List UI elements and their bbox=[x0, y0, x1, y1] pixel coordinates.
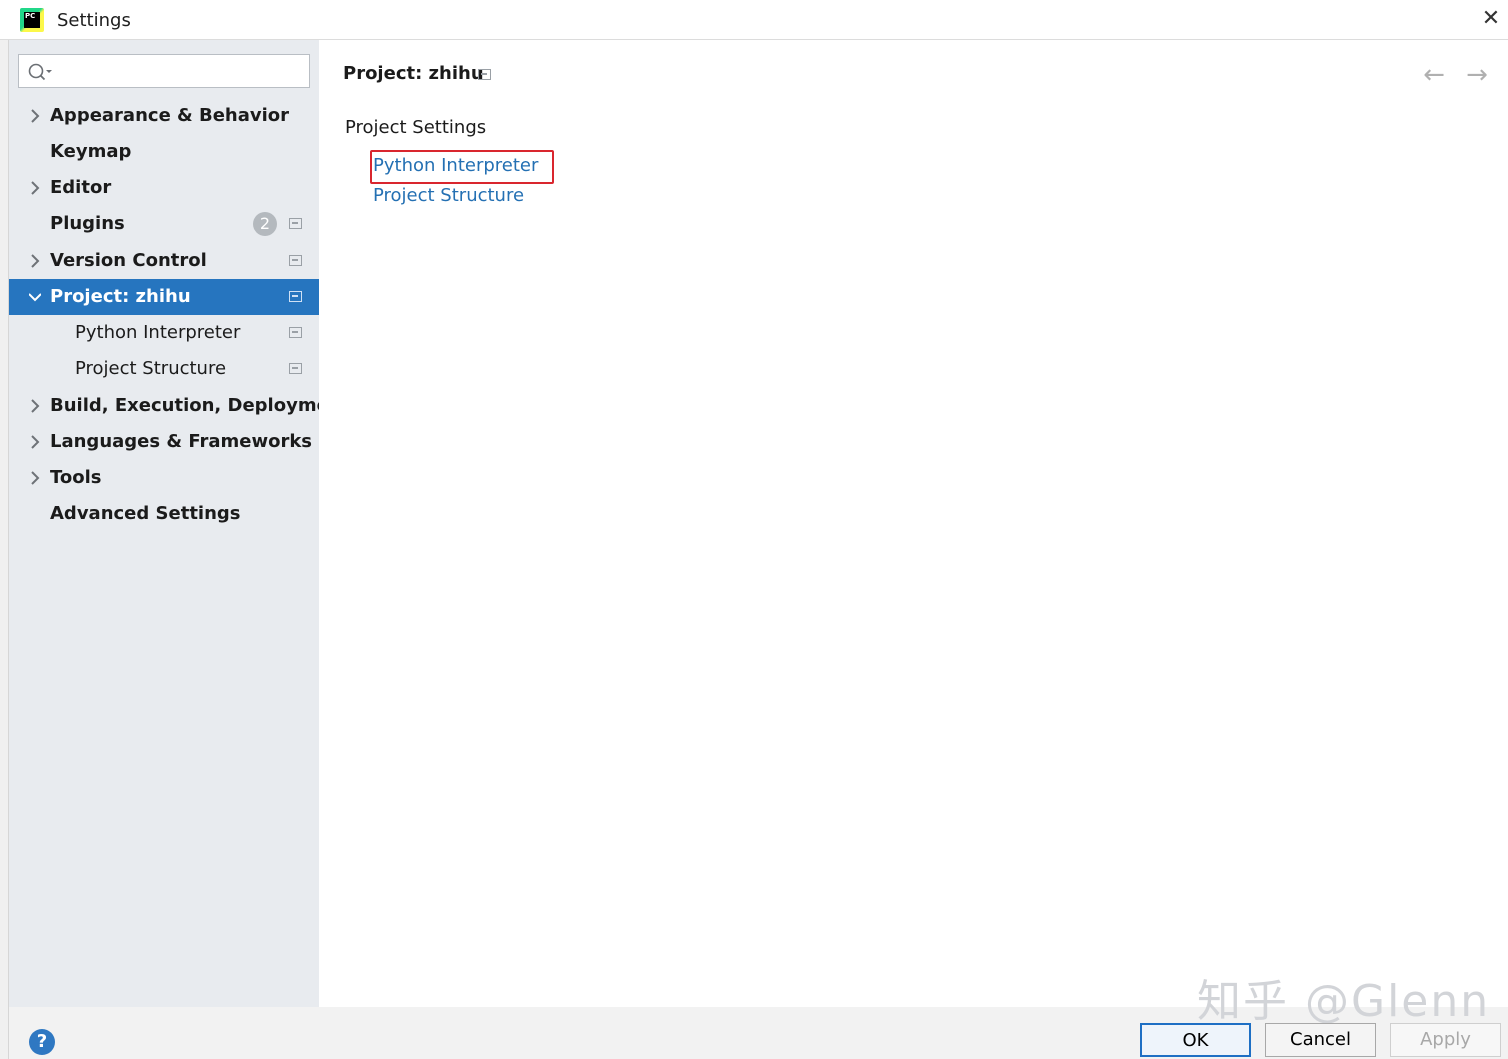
section-title: Project Settings bbox=[345, 117, 487, 138]
sidebar-item-label: Languages & Frameworks bbox=[50, 431, 313, 452]
project-level-settings-icon bbox=[289, 291, 302, 302]
sidebar-item-label: Project Structure bbox=[75, 358, 227, 379]
chevron-right-icon bbox=[31, 181, 40, 195]
plugins-update-badge: 2 bbox=[253, 212, 277, 236]
search-box[interactable] bbox=[18, 54, 310, 88]
sidebar-item-languages-frameworks[interactable]: Languages & Frameworks bbox=[9, 424, 319, 460]
settings-sidebar: Appearance & Behavior Keymap Editor Plug… bbox=[9, 40, 350, 1007]
sidebar-item-label: Keymap bbox=[50, 141, 132, 162]
sidebar-item-advanced-settings[interactable]: Advanced Settings bbox=[9, 496, 319, 532]
sidebar-item-appearance-behavior[interactable]: Appearance & Behavior bbox=[9, 98, 319, 134]
sidebar-item-label: Build, Execution, Deployment bbox=[50, 395, 351, 416]
chevron-down-icon bbox=[29, 293, 41, 302]
project-level-settings-icon bbox=[289, 327, 302, 338]
sidebar-item-label: Python Interpreter bbox=[75, 322, 241, 343]
project-level-settings-icon bbox=[289, 363, 302, 374]
sidebar-item-label: Advanced Settings bbox=[50, 503, 241, 524]
watermark: 知乎 @Glenn bbox=[1197, 976, 1491, 1027]
project-level-settings-icon bbox=[289, 255, 302, 266]
sidebar-item-project-structure[interactable]: Project Structure bbox=[9, 351, 319, 387]
window-edge bbox=[0, 40, 9, 1059]
sidebar-item-keymap[interactable]: Keymap bbox=[9, 134, 319, 170]
sidebar-item-label: Project: zhihu bbox=[50, 286, 191, 307]
window-title: Settings bbox=[57, 10, 131, 31]
sidebar-item-tools[interactable]: Tools bbox=[9, 460, 319, 496]
sidebar-item-python-interpreter[interactable]: Python Interpreter bbox=[9, 315, 319, 351]
sidebar-item-label: Editor bbox=[50, 177, 112, 198]
sidebar-item-label: Appearance & Behavior bbox=[50, 105, 290, 126]
chevron-right-icon bbox=[31, 254, 40, 268]
title-bar: PC Settings ✕ bbox=[0, 0, 1508, 40]
chevron-right-icon bbox=[31, 399, 40, 413]
cancel-button[interactable]: Cancel bbox=[1265, 1023, 1376, 1057]
search-input[interactable] bbox=[59, 57, 308, 87]
project-level-settings-icon bbox=[289, 218, 302, 229]
sidebar-item-label: Plugins bbox=[50, 213, 125, 234]
apply-button[interactable]: Apply bbox=[1390, 1023, 1501, 1057]
sidebar-item-build-execution-deployment[interactable]: Build, Execution, Deployment bbox=[9, 388, 350, 424]
pycharm-logo-icon: PC bbox=[20, 8, 44, 32]
sidebar-item-label: Version Control bbox=[50, 250, 207, 271]
chevron-right-icon bbox=[31, 435, 40, 449]
python-interpreter-link[interactable]: Python Interpreter bbox=[373, 155, 538, 176]
sidebar-item-plugins[interactable]: Plugins 2 bbox=[9, 206, 319, 242]
sidebar-item-project-zhihu[interactable]: Project: zhihu bbox=[9, 279, 319, 315]
ok-button[interactable]: OK bbox=[1140, 1023, 1251, 1057]
back-arrow-icon[interactable]: ← bbox=[1419, 62, 1449, 88]
sidebar-item-label: Tools bbox=[50, 467, 102, 488]
project-structure-link[interactable]: Project Structure bbox=[373, 185, 524, 206]
help-button[interactable]: ? bbox=[29, 1029, 55, 1055]
settings-content: Project: zhihu ← → Project Settings Pyth… bbox=[319, 40, 1508, 1007]
search-icon bbox=[28, 63, 52, 81]
forward-arrow-icon[interactable]: → bbox=[1462, 62, 1492, 88]
dialog-footer: ? 知乎 @Glenn OK Cancel Apply bbox=[9, 976, 1508, 1059]
chevron-right-icon bbox=[31, 109, 40, 123]
chevron-right-icon bbox=[31, 471, 40, 485]
close-button[interactable]: ✕ bbox=[1476, 6, 1506, 34]
sidebar-item-version-control[interactable]: Version Control bbox=[9, 243, 319, 279]
sidebar-item-editor[interactable]: Editor bbox=[9, 170, 319, 206]
page-title: Project: zhihu bbox=[343, 63, 484, 84]
project-level-settings-icon bbox=[478, 69, 491, 80]
